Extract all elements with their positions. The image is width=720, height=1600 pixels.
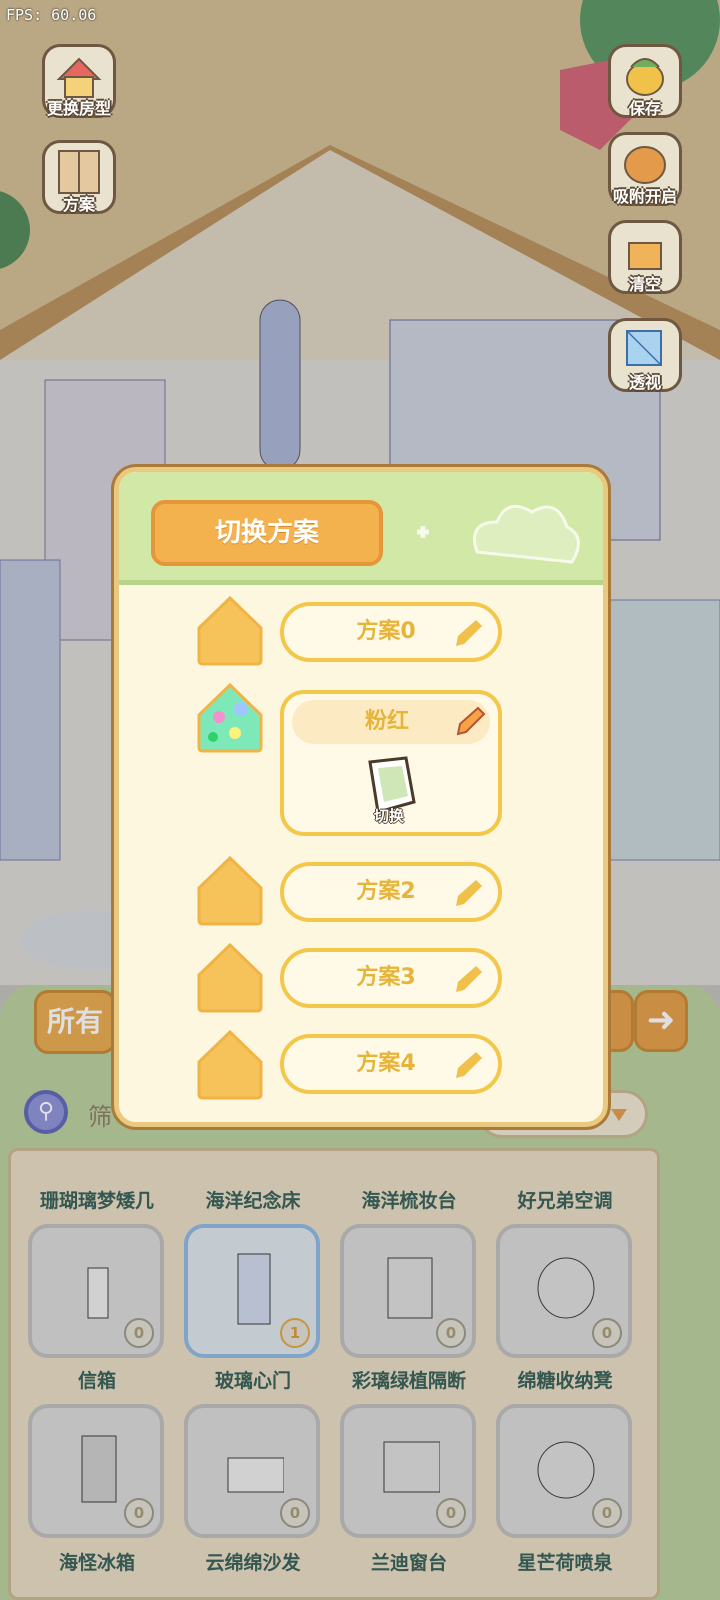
plan-row-2[interactable]: 方案2 xyxy=(280,862,502,922)
plan-name: 方案3 xyxy=(356,965,416,990)
snap-toggle-button[interactable]: 吸附开启 xyxy=(608,132,682,206)
house-slot-icon xyxy=(197,855,263,926)
colorful-house-icon xyxy=(197,682,263,753)
perspective-label: 透视 xyxy=(628,373,661,392)
house-slot-icon xyxy=(197,595,263,666)
perspective-button[interactable]: 透视 xyxy=(608,318,682,392)
dialog-header: 切换方案 xyxy=(119,472,603,585)
clear-label: 清空 xyxy=(628,275,661,294)
plans-label: 方案 xyxy=(62,195,95,214)
save-button[interactable]: 保存 xyxy=(608,44,682,118)
plan-row-3[interactable]: 方案3 xyxy=(280,948,502,1008)
save-label: 保存 xyxy=(628,99,661,118)
snap-toggle-label: 吸附开启 xyxy=(612,187,677,206)
house-slot-icon xyxy=(197,942,263,1013)
pencil-icon[interactable] xyxy=(450,876,484,910)
clear-button[interactable]: 清空 xyxy=(608,220,682,294)
pencil-icon[interactable] xyxy=(450,962,484,996)
plan-name: 方案4 xyxy=(356,1051,416,1076)
cloud-doodle-icon xyxy=(417,504,580,564)
pencil-icon[interactable] xyxy=(450,1048,484,1082)
change-room-label: 更换房型 xyxy=(46,99,111,118)
change-room-button[interactable]: 更换房型 xyxy=(42,44,116,118)
plan-row-4[interactable]: 方案4 xyxy=(280,1034,502,1094)
pencil-icon[interactable] xyxy=(450,616,484,650)
plan-row-0[interactable]: 方案0 xyxy=(280,602,502,662)
plan-name: 方案0 xyxy=(356,619,416,644)
switch-plan-dialog: 切换方案 方案0 粉红 切换 方案2 方案3 方案4 xyxy=(114,467,608,1127)
switch-plan-button[interactable]: 切换 xyxy=(356,752,422,828)
dialog-title: 切换方案 xyxy=(151,500,383,566)
house-slot-icon xyxy=(197,1029,263,1100)
fps-counter: FPS: 60.06 xyxy=(6,6,97,24)
plan-row-1-expanded: 粉红 切换 xyxy=(280,690,502,836)
plan-name: 方案2 xyxy=(356,879,416,904)
pencil-icon[interactable] xyxy=(452,704,486,738)
switch-plan-label: 切换 xyxy=(373,807,404,825)
plans-button[interactable]: 方案 xyxy=(42,140,116,214)
